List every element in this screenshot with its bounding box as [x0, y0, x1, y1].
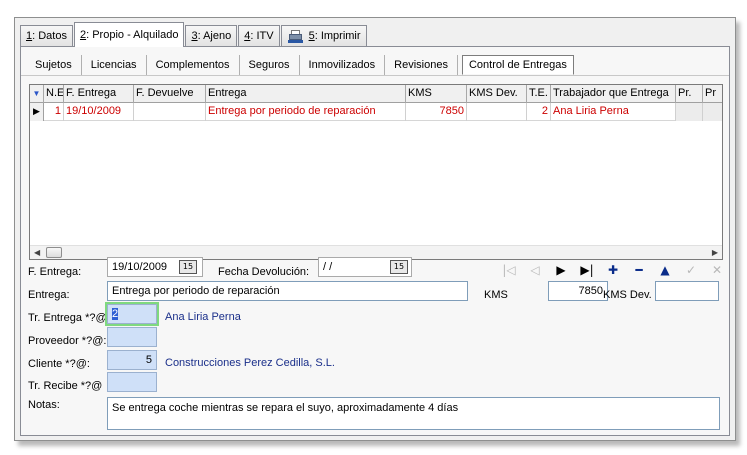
entrega-label: Entrega:: [28, 289, 70, 301]
cell-f-entrega[interactable]: 19/10/2009: [64, 103, 134, 121]
subtab-seguros[interactable]: Seguros: [240, 55, 300, 75]
cell-entrega[interactable]: Entrega por periodo de reparación: [206, 103, 406, 121]
subtab-sujetos[interactable]: Sujetos: [26, 55, 82, 75]
tr-recibe-label: Tr. Recibe *?@: [28, 380, 103, 392]
tab-imprimir[interactable]: 5: Imprimir: [280, 25, 367, 46]
proveedor-field[interactable]: [107, 327, 157, 347]
tab-propio-alquilado[interactable]: 2: Propio - Alquilado: [73, 22, 185, 47]
col-header-kms[interactable]: KMS: [406, 85, 467, 103]
calendar-icon-devolucion[interactable]: 15: [390, 260, 408, 274]
col-header-trabajador[interactable]: Trabajador que Entrega: [551, 85, 676, 103]
subtab-control-entregas[interactable]: Control de Entregas: [461, 55, 574, 75]
cell-f-devuelve[interactable]: [134, 103, 206, 121]
col-header-te[interactable]: T.E.: [527, 85, 551, 103]
scroll-left-icon[interactable]: ◀: [34, 248, 40, 257]
cancel-record-button[interactable]: ✕: [704, 262, 730, 278]
filter-triangle-icon[interactable]: ▼: [30, 85, 44, 103]
cell-kms-dev[interactable]: [467, 103, 527, 121]
notas-label: Notas:: [28, 399, 60, 411]
sub-tab-strip: Sujetos Licencias Complementos Seguros I…: [26, 53, 574, 75]
cell-pr2[interactable]: [703, 103, 722, 121]
record-navigator: |◁ ◁ ▶ ▶| ✚ ━ ▲ ✓ ✕: [496, 262, 730, 278]
proveedor-label: Proveedor *?@:: [28, 335, 107, 347]
cliente-field[interactable]: 5: [107, 350, 157, 370]
tr-entrega-field[interactable]: 2: [105, 302, 159, 326]
entrega-field[interactable]: Entrega por periodo de reparación: [107, 281, 468, 301]
entregas-grid[interactable]: ▼ N.E F. Entrega F. Devuelve Entrega KMS…: [29, 84, 723, 260]
tab-imprimir-label: : Imprimir: [314, 30, 361, 42]
tr-entrega-name: Ana Liria Perna: [165, 311, 241, 323]
col-header-kms-dev[interactable]: KMS Dev.: [467, 85, 527, 103]
f-entrega-label: F. Entrega:: [28, 266, 82, 278]
kms-field[interactable]: 7850: [548, 281, 608, 301]
edit-record-button[interactable]: ▲: [652, 262, 678, 278]
sub-tab-divider: [21, 75, 729, 76]
calendar-icon[interactable]: 15: [179, 260, 197, 274]
col-header-entrega[interactable]: Entrega: [206, 85, 406, 103]
cliente-label: Cliente *?@:: [28, 358, 90, 370]
kms-label: KMS: [484, 289, 508, 301]
first-record-button[interactable]: |◁: [496, 262, 522, 278]
col-header-ne[interactable]: N.E: [44, 85, 64, 103]
col-header-f-devuelve[interactable]: F. Devuelve: [134, 85, 206, 103]
scroll-thumb[interactable]: [46, 247, 62, 258]
kms-dev-field[interactable]: [655, 281, 719, 301]
cell-ne[interactable]: 1: [44, 103, 64, 121]
prior-record-button[interactable]: ◁: [522, 262, 548, 278]
tab-ajeno-label: : Ajeno: [197, 30, 232, 42]
row-indicator-icon: ▶: [30, 103, 44, 121]
cliente-name: Construcciones Perez Cedilla, S.L.: [165, 357, 335, 369]
col-header-pr2[interactable]: Pr: [703, 85, 722, 103]
table-row[interactable]: ▶ 1 19/10/2009 Entrega por periodo de re…: [30, 103, 722, 121]
subtab-inmovilizados[interactable]: Inmovilizados: [300, 55, 386, 75]
main-tab-strip: 1: Datos 2: Propio - Alquilado 3: Ajeno …: [20, 22, 368, 47]
subtab-complementos[interactable]: Complementos: [147, 55, 240, 75]
tab-datos[interactable]: 1: Datos: [20, 25, 73, 46]
vehicle-form-window: 1: Datos 2: Propio - Alquilado 3: Ajeno …: [14, 17, 736, 441]
scroll-right-icon[interactable]: ▶: [712, 248, 718, 257]
col-header-f-entrega[interactable]: F. Entrega: [64, 85, 134, 103]
subtab-revisiones[interactable]: Revisiones: [385, 55, 458, 75]
subtab-licencias[interactable]: Licencias: [82, 55, 147, 75]
fecha-devolucion-label: Fecha Devolución:: [218, 266, 310, 278]
col-header-pr[interactable]: Pr.: [676, 85, 703, 103]
tab-propio-label: : Propio - Alquilado: [86, 29, 179, 41]
tab-ajeno[interactable]: 3: Ajeno: [185, 25, 238, 46]
insert-record-button[interactable]: ✚: [600, 262, 626, 278]
cell-pr[interactable]: [676, 103, 703, 121]
tab-datos-label: : Datos: [32, 30, 67, 42]
next-record-button[interactable]: ▶: [548, 262, 574, 278]
tr-entrega-value: 2: [112, 308, 119, 320]
delete-record-button[interactable]: ━: [626, 262, 652, 278]
notas-field[interactable]: Se entrega coche mientras se repara el s…: [107, 397, 720, 430]
cell-trabajador[interactable]: Ana Liria Perna: [551, 103, 676, 121]
tab-itv-label: : ITV: [250, 30, 274, 42]
grid-header-row: ▼ N.E F. Entrega F. Devuelve Entrega KMS…: [30, 85, 722, 103]
cell-te[interactable]: 2: [527, 103, 551, 121]
tab-itv[interactable]: 4: ITV: [238, 25, 280, 46]
kms-dev-label: KMS Dev.: [603, 289, 652, 301]
propio-alquilado-panel: Sujetos Licencias Complementos Seguros I…: [20, 46, 730, 436]
post-record-button[interactable]: ✓: [678, 262, 704, 278]
last-record-button[interactable]: ▶|: [574, 262, 600, 278]
cell-kms[interactable]: 7850: [406, 103, 467, 121]
tr-entrega-label: Tr. Entrega *?@: [28, 312, 107, 324]
tr-recibe-field[interactable]: [107, 372, 157, 392]
printer-icon: [287, 29, 303, 43]
